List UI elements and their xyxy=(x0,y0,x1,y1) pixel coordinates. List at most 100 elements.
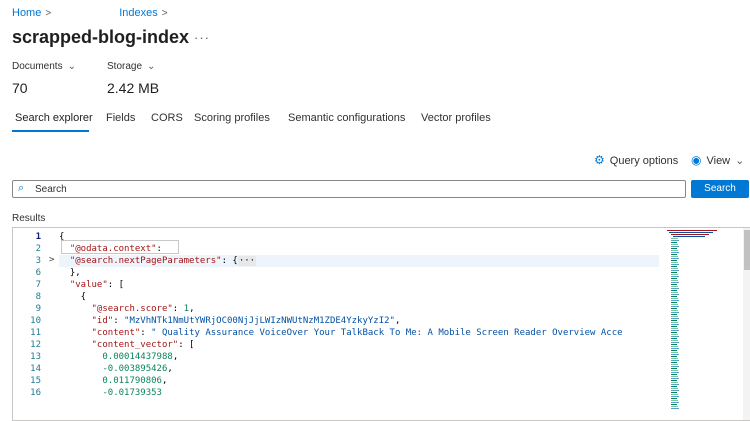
line-number: 1 xyxy=(35,232,41,242)
storage-size: 2.42 MB xyxy=(107,80,160,96)
tab-cors[interactable]: CORS xyxy=(151,112,183,124)
minimap-line xyxy=(671,344,677,345)
breadcrumb-indexes-link[interactable]: Indexes xyxy=(119,7,158,19)
minimap-line xyxy=(671,386,677,387)
editor-minimap[interactable] xyxy=(665,228,743,420)
minimap-line xyxy=(671,330,679,331)
minimap-line xyxy=(671,280,678,281)
minimap-line xyxy=(671,288,679,289)
minimap-line xyxy=(671,394,678,395)
minimap-line xyxy=(671,400,678,401)
minimap-line xyxy=(673,236,705,237)
minimap-line xyxy=(671,350,677,351)
code-token: }, xyxy=(59,268,81,278)
tab-bar: Search explorer Fields CORS Scoring prof… xyxy=(0,112,750,136)
line-number: 6 xyxy=(35,268,41,278)
line-number: 13 xyxy=(30,352,41,362)
minimap-line xyxy=(671,252,679,253)
tab-vector-profiles[interactable]: Vector profiles xyxy=(421,112,491,124)
minimap-line xyxy=(671,408,679,409)
scrollbar-thumb[interactable] xyxy=(744,230,750,270)
tab-search-explorer[interactable]: Search explorer xyxy=(15,112,93,124)
minimap-line xyxy=(671,282,679,283)
fold-expand-icon[interactable]: > xyxy=(49,254,54,266)
code-token: "content" xyxy=(91,328,141,338)
minimap-line xyxy=(671,338,677,339)
chevron-down-icon: ⌄ xyxy=(147,62,156,72)
minimap-line xyxy=(671,278,677,279)
minimap-line xyxy=(671,366,679,367)
code-area[interactable]: { "@odata.context": "@search.nextPagePar… xyxy=(59,228,669,420)
code-line: "value": [ xyxy=(59,279,124,291)
storage-stat-label[interactable]: Storage ⌄ xyxy=(107,62,155,72)
minimap-line xyxy=(671,336,679,337)
code-token: "@odata.context" xyxy=(69,244,157,254)
eye-icon: ◉ xyxy=(691,153,702,167)
tab-semantic-configurations[interactable]: Semantic configurations xyxy=(288,112,405,124)
code-line: }, xyxy=(59,267,81,279)
chevron-right-icon: > xyxy=(45,8,52,19)
code-token: : [ xyxy=(107,280,125,290)
tab-fields[interactable]: Fields xyxy=(106,112,135,124)
line-number: 12 xyxy=(30,340,41,350)
minimap-line xyxy=(671,272,677,273)
code-line: 0.011790806, xyxy=(59,375,167,387)
minimap-line xyxy=(671,260,677,261)
documents-label: Documents xyxy=(12,62,63,72)
code-token: { xyxy=(59,292,87,302)
code-token: , xyxy=(167,364,173,374)
results-editor[interactable]: 1 2 3 6 7 8 9 10 11 12 13 14 15 16 > { "@odata.contex… xyxy=(12,227,750,421)
minimap-line xyxy=(671,404,677,405)
minimap-line xyxy=(671,396,679,397)
search-button[interactable]: Search xyxy=(691,180,749,198)
tab-scoring-profiles[interactable]: Scoring profiles xyxy=(194,112,270,124)
minimap-line xyxy=(671,326,677,327)
minimap-line xyxy=(671,300,679,301)
gear-icon: ⚙ xyxy=(594,153,605,167)
storage-label: Storage xyxy=(107,62,143,72)
minimap-line xyxy=(671,402,679,403)
minimap-line xyxy=(671,368,677,369)
code-token: "content_vector" xyxy=(91,340,179,350)
minimap-line xyxy=(671,256,678,257)
code-token: , xyxy=(189,304,195,314)
minimap-line xyxy=(671,322,678,323)
folded-region-marker[interactable]: ··· xyxy=(237,256,257,266)
line-number: 15 xyxy=(30,376,41,386)
breadcrumb-home-link[interactable]: Home xyxy=(12,7,41,19)
minimap-line xyxy=(671,390,679,391)
minimap-line xyxy=(671,296,677,297)
query-options-label: Query options xyxy=(609,155,679,167)
code-line: { xyxy=(59,291,86,303)
minimap-line xyxy=(671,398,677,399)
more-options-icon[interactable]: ··· xyxy=(194,30,210,45)
minimap-line xyxy=(671,364,678,365)
minimap-line xyxy=(671,346,678,347)
search-input[interactable] xyxy=(35,181,675,197)
code-token: : xyxy=(172,304,184,314)
code-token: "@search.score" xyxy=(91,304,173,314)
minimap-line xyxy=(671,270,679,271)
code-token: 0.00014437988 xyxy=(102,352,173,362)
minimap-line xyxy=(671,284,677,285)
minimap-line xyxy=(671,266,677,267)
minimap-line xyxy=(671,376,678,377)
minimap-line xyxy=(671,306,679,307)
code-line: "@search.nextPageParameters": {··· xyxy=(59,255,659,267)
minimap-line xyxy=(671,294,679,295)
minimap-line xyxy=(671,286,678,287)
minimap-line xyxy=(671,258,679,259)
search-box[interactable]: ⌕ xyxy=(12,180,686,198)
documents-stat-label[interactable]: Documents ⌄ xyxy=(12,62,76,72)
minimap-line xyxy=(671,262,678,263)
view-button[interactable]: ◉ View ⌄ xyxy=(691,153,744,167)
query-options-button[interactable]: ⚙ Query options xyxy=(594,153,678,167)
editor-scrollbar[interactable] xyxy=(743,228,750,420)
